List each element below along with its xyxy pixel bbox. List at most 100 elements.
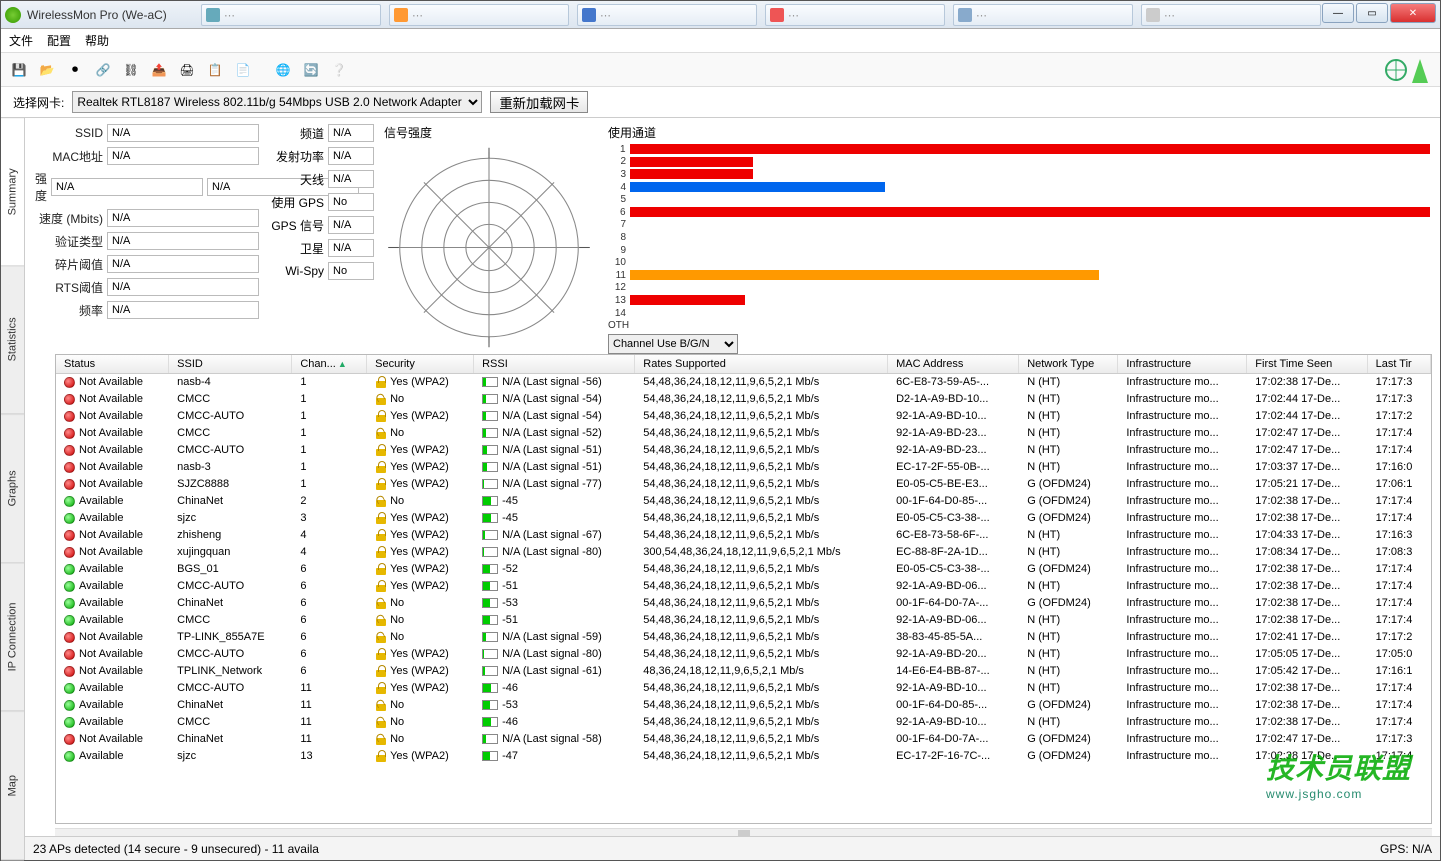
info-label: 卫星 xyxy=(269,240,324,257)
channel-mode-select[interactable]: Channel Use B/G/N xyxy=(608,334,738,354)
menubar: 文件 配置 帮助 xyxy=(1,29,1440,53)
reload-nic-button[interactable]: 重新加载网卡 xyxy=(490,91,588,113)
status-dot-icon xyxy=(64,649,75,660)
rssi-bar-icon xyxy=(482,428,498,438)
tab-ip-connection[interactable]: IP Connection xyxy=(1,563,24,711)
column-header[interactable]: First Time Seen xyxy=(1247,355,1367,374)
table-row[interactable]: Available sjzc 3 Yes (WPA2) -45 54,48,36… xyxy=(56,510,1431,527)
table-row[interactable]: Available CMCC 6 No -51 54,48,36,24,18,1… xyxy=(56,612,1431,629)
column-header[interactable]: Infrastructure xyxy=(1118,355,1247,374)
save-icon[interactable]: 💾 xyxy=(7,58,31,82)
status-dot-icon xyxy=(64,496,75,507)
rssi-bar-icon xyxy=(482,598,498,608)
column-header[interactable]: Status xyxy=(56,355,169,374)
table-row[interactable]: Available ChinaNet 2 No -45 54,48,36,24,… xyxy=(56,493,1431,510)
table-row[interactable]: Not Available ChinaNet 11 No N/A (Last s… xyxy=(56,731,1431,748)
disconnect-icon[interactable]: ⛓ xyxy=(119,58,143,82)
table-row[interactable]: Available ChinaNet 11 No -53 54,48,36,24… xyxy=(56,697,1431,714)
menu-help[interactable]: 帮助 xyxy=(85,32,109,49)
tab-graphs[interactable]: Graphs xyxy=(1,415,24,563)
close-button[interactable]: ✕ xyxy=(1390,3,1436,23)
channel-number: 4 xyxy=(608,182,630,193)
menu-config[interactable]: 配置 xyxy=(47,32,71,49)
table-row[interactable]: Not Available CMCC-AUTO 1 Yes (WPA2) N/A… xyxy=(56,442,1431,459)
table-row[interactable]: Not Available TP-LINK_855A7E 6 No N/A (L… xyxy=(56,629,1431,646)
taskbar-tab[interactable]: ⋯ xyxy=(577,4,757,26)
column-header[interactable]: Chan...▲ xyxy=(292,355,367,374)
column-header[interactable]: MAC Address xyxy=(888,355,1019,374)
table-row[interactable]: Not Available nasb-3 1 Yes (WPA2) N/A (L… xyxy=(56,459,1431,476)
column-header[interactable]: Network Type xyxy=(1019,355,1118,374)
table-row[interactable]: Available BGS_01 6 Yes (WPA2) -52 54,48,… xyxy=(56,561,1431,578)
minimize-button[interactable]: — xyxy=(1322,3,1354,23)
taskbar-tab[interactable]: ⋯ xyxy=(201,4,381,26)
table-row[interactable]: Not Available TPLINK_Network 6 Yes (WPA2… xyxy=(56,663,1431,680)
info-value xyxy=(328,262,374,280)
table-row[interactable]: Not Available SJZC8888 1 Yes (WPA2) N/A … xyxy=(56,476,1431,493)
unlock-icon xyxy=(375,699,387,711)
info-label: Wi-Spy xyxy=(269,264,324,278)
column-header[interactable]: Security xyxy=(367,355,474,374)
ap-grid[interactable]: StatusSSIDChan...▲SecurityRSSIRates Supp… xyxy=(55,354,1432,824)
folder-icon[interactable]: 📂 xyxy=(35,58,59,82)
tab-summary[interactable]: Summary xyxy=(1,118,24,266)
signal-strength-panel: 信号强度 xyxy=(384,124,594,350)
table-row[interactable]: Available sjzc 13 Yes (WPA2) -47 54,48,3… xyxy=(56,748,1431,765)
status-dot-icon xyxy=(64,445,75,456)
table-row[interactable]: Not Available nasb-4 1 Yes (WPA2) N/A (L… xyxy=(56,374,1431,391)
table-row[interactable]: Available CMCC 11 No -46 54,48,36,24,18,… xyxy=(56,714,1431,731)
table-row[interactable]: Not Available zhisheng 4 Yes (WPA2) N/A … xyxy=(56,527,1431,544)
rssi-bar-icon xyxy=(482,479,498,489)
column-header[interactable]: RSSI xyxy=(474,355,635,374)
taskbar-tab[interactable]: ⋯ xyxy=(1141,4,1321,26)
info-label: 发射功率 xyxy=(269,148,324,165)
export-icon[interactable]: 📤 xyxy=(147,58,171,82)
taskbar-tab[interactable]: ⋯ xyxy=(953,4,1133,26)
status-dot-icon xyxy=(64,751,75,762)
taskbar-tab[interactable]: ⋯ xyxy=(389,4,569,26)
status-dot-icon xyxy=(64,564,75,575)
unlock-icon xyxy=(375,495,387,507)
table-row[interactable]: Not Available CMCC 1 No N/A (Last signal… xyxy=(56,391,1431,408)
table-row[interactable]: Available ChinaNet 6 No -53 54,48,36,24,… xyxy=(56,595,1431,612)
status-dot-icon xyxy=(64,632,75,643)
horizontal-scrollbar[interactable] xyxy=(55,828,1432,836)
unlock-icon xyxy=(375,733,387,745)
table-row[interactable]: Not Available xujingquan 4 Yes (WPA2) N/… xyxy=(56,544,1431,561)
table-row[interactable]: Available CMCC-AUTO 6 Yes (WPA2) -51 54,… xyxy=(56,578,1431,595)
globe-icon[interactable]: 🌐 xyxy=(271,58,295,82)
tab-statistics[interactable]: Statistics xyxy=(1,266,24,414)
rssi-bar-icon xyxy=(482,564,498,574)
print-icon[interactable]: 🖨 xyxy=(175,58,199,82)
notes-icon[interactable]: 📄 xyxy=(231,58,255,82)
menu-file[interactable]: 文件 xyxy=(9,32,33,49)
table-row[interactable]: Not Available CMCC-AUTO 1 Yes (WPA2) N/A… xyxy=(56,408,1431,425)
column-header[interactable]: Rates Supported xyxy=(635,355,888,374)
unlock-icon xyxy=(375,427,387,439)
column-header[interactable]: SSID xyxy=(169,355,292,374)
channel-number: OTH xyxy=(608,320,630,331)
table-row[interactable]: Not Available CMCC 1 No N/A (Last signal… xyxy=(56,425,1431,442)
maximize-button[interactable]: ▭ xyxy=(1356,3,1388,23)
connect-icon[interactable]: 🔗 xyxy=(91,58,115,82)
rssi-bar-icon xyxy=(482,751,498,761)
taskbar-tab[interactable]: ⋯ xyxy=(765,4,945,26)
nic-select[interactable]: Realtek RTL8187 Wireless 802.11b/g 54Mbp… xyxy=(72,91,482,113)
tab-map[interactable]: Map xyxy=(1,712,24,860)
status-left: 23 APs detected (14 secure - 9 unsecured… xyxy=(33,842,319,856)
lock-icon xyxy=(375,563,387,575)
app-icon xyxy=(5,7,21,23)
refresh-icon[interactable]: 🔄 xyxy=(299,58,323,82)
channel-number: 6 xyxy=(608,207,630,218)
column-header[interactable]: Last Tir xyxy=(1367,355,1430,374)
status-dot-icon xyxy=(64,598,75,609)
nic-selector-row: 选择网卡: Realtek RTL8187 Wireless 802.11b/g… xyxy=(1,87,1440,117)
record-icon[interactable]: ⏺ xyxy=(63,58,87,82)
help-icon[interactable]: ❔ xyxy=(327,58,351,82)
info-value xyxy=(328,239,374,257)
clipboard-icon[interactable]: 📋 xyxy=(203,58,227,82)
lock-icon xyxy=(375,665,387,677)
table-row[interactable]: Available CMCC-AUTO 11 Yes (WPA2) -46 54… xyxy=(56,680,1431,697)
table-row[interactable]: Not Available CMCC-AUTO 6 Yes (WPA2) N/A… xyxy=(56,646,1431,663)
unlock-icon xyxy=(375,631,387,643)
